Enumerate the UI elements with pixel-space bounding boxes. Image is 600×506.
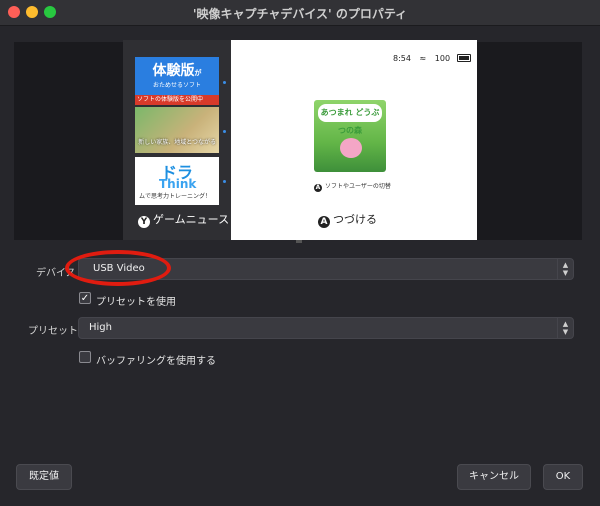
window-title: '映像キャプチャデバイス' のプロパティ (192, 7, 408, 21)
news-tile-game: 新しい家族、地域とつながる (135, 107, 219, 153)
chevron-updown-icon: ▲ ▼ (557, 259, 573, 279)
game-logo: あつまれ どうぶつの森 (318, 104, 382, 135)
status-bar: 8:54 ≈ 100 (393, 54, 471, 63)
ok-button[interactable]: OK (543, 464, 583, 490)
annotation-circle (65, 250, 171, 286)
promo-tile: 体験版が おためせるソフト (135, 57, 219, 95)
preset-select[interactable]: High ▲ ▼ (78, 317, 574, 339)
use-preset-label: プリセットを使用 (96, 297, 176, 308)
battery-level: 100 (434, 54, 451, 63)
continue-label: A つづける (318, 211, 377, 228)
a-button-icon: A (318, 216, 330, 228)
scroll-dot (223, 180, 226, 183)
properties-window: '映像キャプチャデバイス' のプロパティ 体験版が おためせるソフト ソフトの体… (0, 0, 600, 506)
scroll-dot (223, 81, 226, 84)
use-preset-checkbox[interactable]: ✓ (79, 292, 91, 304)
banner-strip: ソフトの体験版を公開中 (135, 95, 219, 105)
scroll-dot (223, 130, 226, 133)
preview-resize-handle[interactable] (296, 240, 302, 243)
buffering-label: バッファリングを使用する (96, 356, 216, 367)
game-caption: A ソフトやユーザーの切替 (314, 181, 391, 192)
news-text: ゲームニュース (153, 213, 230, 226)
cancel-button[interactable]: キャンセル (457, 464, 531, 490)
news-tile-text: 新しい家族、地域とつながる (138, 139, 216, 146)
news-label: Y ゲームニュース (138, 211, 229, 228)
title-bar: '映像キャプチャデバイス' のプロパティ (0, 0, 600, 26)
game-icon: あつまれ どうぶつの森 (314, 100, 386, 172)
promo-title: 体験版 (152, 63, 195, 79)
promo-suffix: が (194, 69, 202, 77)
news-tile-think: ドラ Think ムで思考力トレーニング！ (135, 157, 219, 205)
tile3-think: Think (159, 177, 197, 191)
chevron-updown-icon: ▲ ▼ (557, 318, 573, 338)
continue-text: つづける (333, 213, 377, 226)
character-icon (340, 138, 362, 158)
wifi-icon: ≈ (419, 54, 427, 63)
game-caption-text: ソフトやユーザーの切替 (325, 183, 391, 190)
a-button-icon: A (314, 184, 322, 192)
preset-label: プリセット (28, 326, 78, 337)
tile3-subtitle: ムで思考力トレーニング！ (139, 193, 212, 200)
buffering-checkbox[interactable] (79, 351, 91, 363)
battery-icon (456, 54, 471, 62)
preset-value: High (89, 322, 112, 333)
promo-subtitle: おためせるソフト (152, 82, 201, 89)
y-button-icon: Y (138, 216, 150, 228)
status-time: 8:54 (393, 54, 411, 63)
defaults-button[interactable]: 既定値 (16, 464, 72, 490)
